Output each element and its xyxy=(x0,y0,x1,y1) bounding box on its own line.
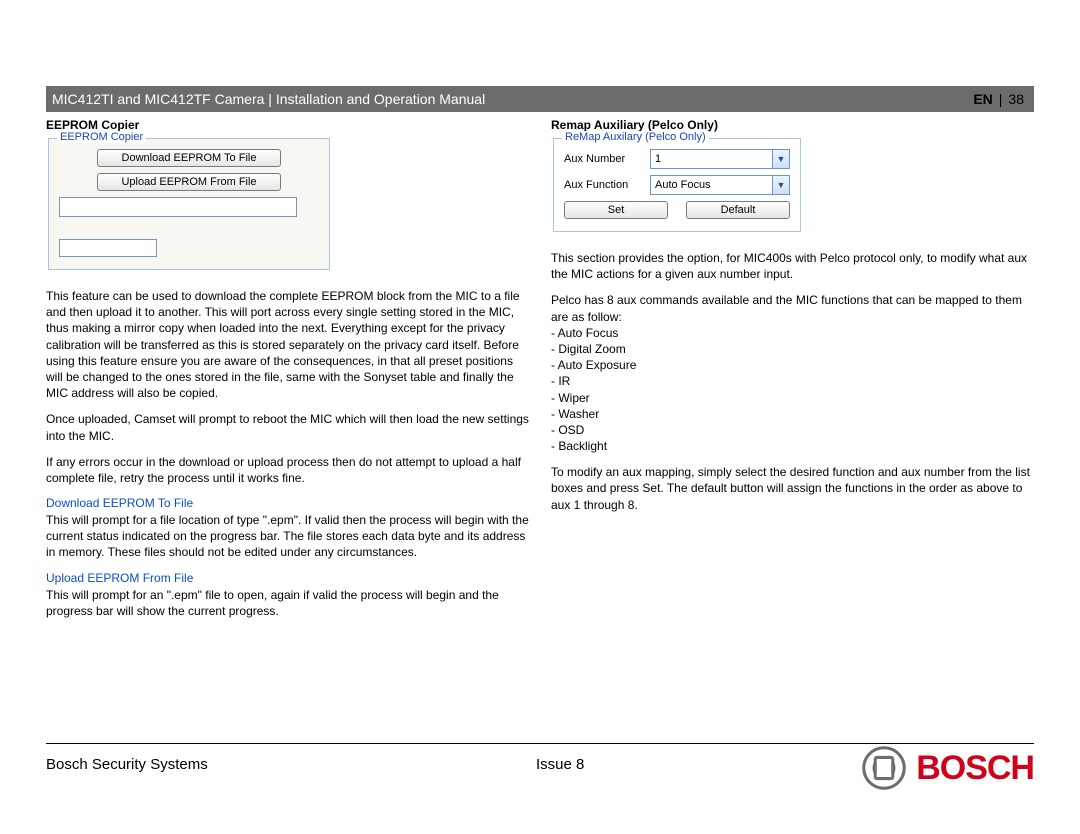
aux-function-select[interactable]: Auto Focus ▼ xyxy=(650,175,790,195)
chevron-down-icon: ▼ xyxy=(772,150,789,168)
remap-aux-heading: Remap Auxiliary (Pelco Only) xyxy=(551,118,1034,132)
remap-para-1: This section provides the option, for MI… xyxy=(551,250,1034,282)
upload-eeprom-para: This will prompt for an ".epm" file to o… xyxy=(46,587,529,619)
footer-company: Bosch Security Systems xyxy=(46,756,536,773)
upload-eeprom-button[interactable]: Upload EEPROM From File xyxy=(97,173,281,191)
aux-number-select[interactable]: 1 ▼ xyxy=(650,149,790,169)
eeprom-path-input[interactable] xyxy=(59,197,297,217)
aux-function-row: Aux Function Auto Focus ▼ xyxy=(564,175,790,195)
remap-aux-panel: ReMap Auxilary (Pelco Only) Aux Number 1… xyxy=(553,138,801,232)
content-columns: EEPROM Copier EEPROM Copier Download EEP… xyxy=(46,114,1034,629)
eeprom-progress-bar xyxy=(59,239,157,257)
upload-eeprom-subhead: Upload EEPROM From File xyxy=(46,571,529,585)
download-eeprom-para: This will prompt for a file location of … xyxy=(46,512,529,561)
aux-function-label: Aux Function xyxy=(564,179,650,191)
download-eeprom-button[interactable]: Download EEPROM To File xyxy=(97,149,281,167)
func-item: - Digital Zoom xyxy=(551,341,1034,357)
func-item: - Auto Focus xyxy=(551,325,1034,341)
eeprom-para-1: This feature can be used to download the… xyxy=(46,288,529,401)
bosch-logo: BOSCH xyxy=(862,746,1034,790)
func-item: - IR xyxy=(551,373,1034,389)
aux-number-label: Aux Number xyxy=(564,153,650,165)
set-button[interactable]: Set xyxy=(564,201,668,219)
download-eeprom-subhead: Download EEPROM To File xyxy=(46,496,529,510)
aux-function-value: Auto Focus xyxy=(655,179,711,191)
func-item: - Wiper xyxy=(551,390,1034,406)
aux-number-value: 1 xyxy=(655,153,661,165)
eeprom-para-3: If any errors occur in the download or u… xyxy=(46,454,529,486)
chevron-down-icon: ▼ xyxy=(772,176,789,194)
aux-number-row: Aux Number 1 ▼ xyxy=(564,149,790,169)
page-header-bar: MIC412TI and MIC412TF Camera | Installat… xyxy=(46,86,1034,112)
footer-issue: Issue 8 xyxy=(536,756,584,773)
eeprom-copier-legend: EEPROM Copier xyxy=(57,131,146,143)
left-column: EEPROM Copier EEPROM Copier Download EEP… xyxy=(46,114,529,629)
eeprom-para-2: Once uploaded, Camset will prompt to reb… xyxy=(46,411,529,443)
remap-aux-legend: ReMap Auxilary (Pelco Only) xyxy=(562,131,709,143)
page-sep: | xyxy=(999,91,1003,107)
bosch-wordmark: BOSCH xyxy=(916,749,1034,788)
eeprom-copier-panel: EEPROM Copier Download EEPROM To File Up… xyxy=(48,138,330,270)
page-number: 38 xyxy=(1008,91,1024,107)
remap-buttons: Set Default xyxy=(564,201,790,219)
page-lang: EN xyxy=(973,91,992,107)
right-column: Remap Auxiliary (Pelco Only) ReMap Auxil… xyxy=(551,114,1034,629)
default-button[interactable]: Default xyxy=(686,201,790,219)
func-item: - Backlight xyxy=(551,438,1034,454)
eeprom-copier-heading: EEPROM Copier xyxy=(46,118,529,132)
bosch-logo-icon xyxy=(862,746,906,790)
remap-func-intro: Pelco has 8 aux commands available and t… xyxy=(551,292,1034,324)
page-header-right: EN | 38 xyxy=(973,91,1024,107)
func-item: - Washer xyxy=(551,406,1034,422)
page-title: MIC412TI and MIC412TF Camera | Installat… xyxy=(52,91,485,107)
func-item: - OSD xyxy=(551,422,1034,438)
func-item: - Auto Exposure xyxy=(551,357,1034,373)
remap-para-3: To modify an aux mapping, simply select … xyxy=(551,464,1034,513)
manual-page: MIC412TI and MIC412TF Camera | Installat… xyxy=(0,0,1080,834)
footer-divider xyxy=(46,743,1034,744)
